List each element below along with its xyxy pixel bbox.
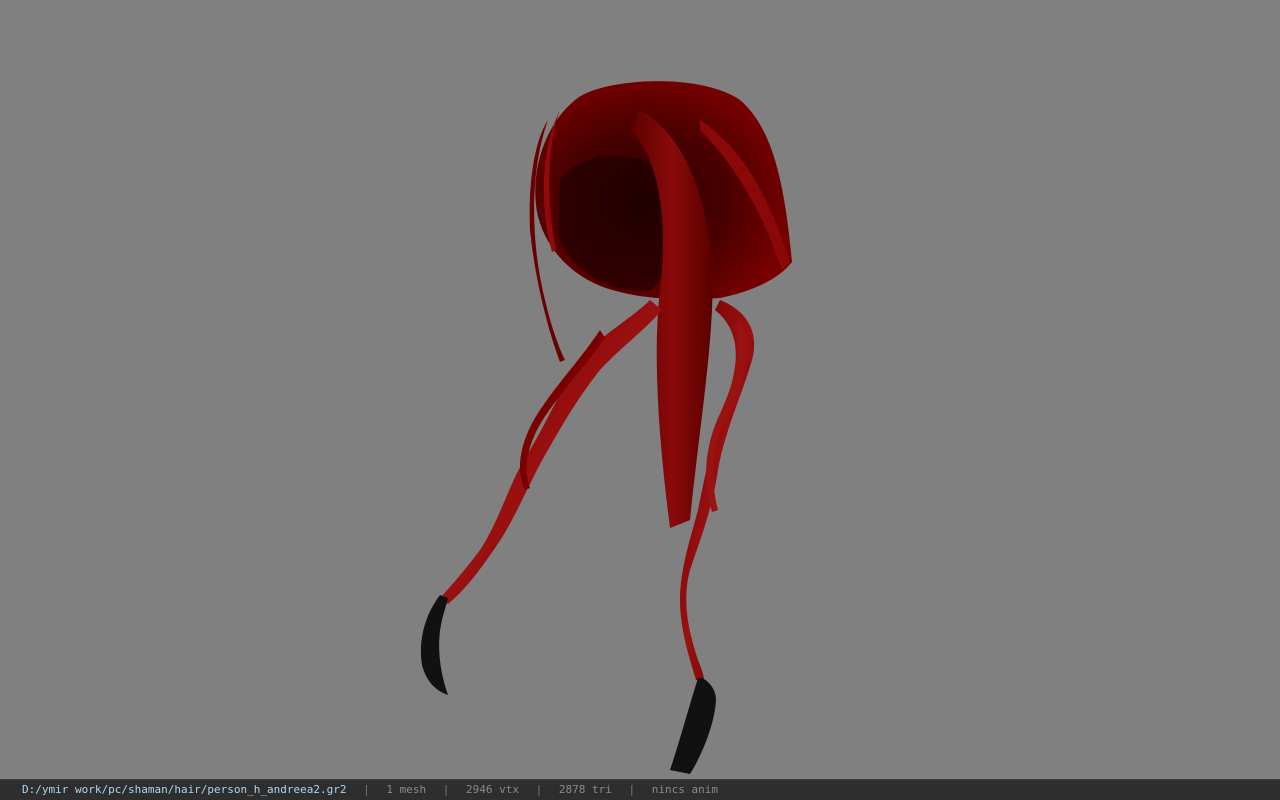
hair-model-render xyxy=(420,81,792,774)
triangle-count: 2878 tri xyxy=(558,783,612,796)
3d-viewport[interactable] xyxy=(0,0,1280,779)
file-path: D:/ymir work/pc/shaman/hair/person_h_and… xyxy=(22,783,347,796)
left-braid xyxy=(440,300,662,604)
anim-status: nincs anim xyxy=(651,783,718,796)
separator: | xyxy=(535,783,543,796)
separator: | xyxy=(363,783,370,796)
right-braid-tip xyxy=(670,678,716,774)
right-braid-strand xyxy=(706,320,747,512)
mesh-count: 1 mesh xyxy=(386,783,427,796)
status-bar: D:/ymir work/pc/shaman/hair/person_h_and… xyxy=(0,779,1280,800)
separator: | xyxy=(442,783,450,796)
separator: | xyxy=(628,783,636,796)
left-braid-tip xyxy=(420,595,448,695)
vertex-count: 2946 vtx xyxy=(466,783,519,796)
